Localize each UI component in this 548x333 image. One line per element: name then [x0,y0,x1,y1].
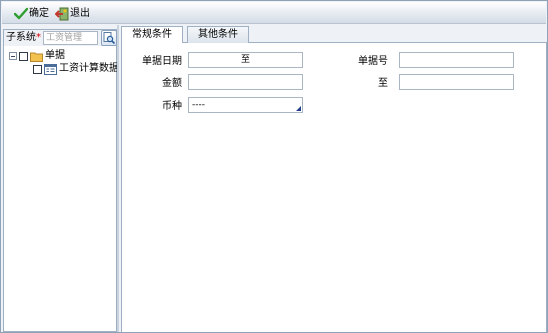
folder-icon [30,52,43,62]
tab-other-conditions[interactable]: 其他条件 [187,26,249,43]
currency-label: 币种 [162,101,182,112]
ok-button[interactable]: 确定 [14,5,52,22]
currency-select[interactable]: ---- [188,97,303,113]
tree-checkbox-root[interactable] [19,51,28,61]
doc-date-label: 单据日期 [142,56,182,67]
tree-node-child[interactable]: 工资计算数据 [33,63,119,75]
general-conditions-panel: 单据日期 至 单据号 金额 至 币种 ---- [121,43,547,332]
dropdown-corner-icon[interactable] [296,106,301,111]
subsystem-label-text: 子系统 [6,32,36,43]
window: 确定 退出 子系统* 工资管理 单据 工资计算数据 常规条件 其他条件 单据日期… [0,0,548,333]
ok-button-label: 确定 [29,8,49,19]
subsystem-row: 子系统* 工资管理 [4,30,117,46]
doc-no-label: 单据号 [358,56,388,67]
subsystem-lookup-button[interactable] [101,30,117,46]
tab-general-conditions[interactable]: 常规条件 [121,26,183,44]
amount-to-label: 至 [378,78,388,89]
toolbar: 确定 退出 [2,2,546,24]
search-icon [103,32,116,45]
right-panel: 常规条件 其他条件 单据日期 至 单据号 金额 至 币种 ---- [119,25,547,332]
tab-bar: 常规条件 其他条件 [121,25,547,44]
exit-icon [55,7,69,20]
amount-from-field[interactable] [188,74,303,90]
subsystem-field[interactable]: 工资管理 [43,31,98,45]
document-icon [44,63,57,75]
doc-no-field[interactable] [399,52,514,68]
doc-date-range-field[interactable]: 至 [188,52,303,68]
left-panel: 子系统* 工资管理 单据 工资计算数据 [3,29,119,332]
subsystem-label: 子系统* [6,32,41,44]
required-mark: * [36,32,41,43]
currency-select-value: ---- [192,100,205,110]
tree-node-root[interactable]: 单据 [9,50,65,62]
amount-label: 金额 [162,78,182,89]
exit-button[interactable]: 退出 [55,5,90,22]
tree-checkbox-child[interactable] [33,64,42,74]
exit-button-label: 退出 [70,8,90,19]
amount-to-field[interactable] [399,74,514,90]
collapse-icon[interactable] [9,52,17,60]
checkmark-icon [14,7,28,19]
tree-node-root-label: 单据 [45,50,65,61]
tree-node-child-label: 工资计算数据 [59,63,119,74]
